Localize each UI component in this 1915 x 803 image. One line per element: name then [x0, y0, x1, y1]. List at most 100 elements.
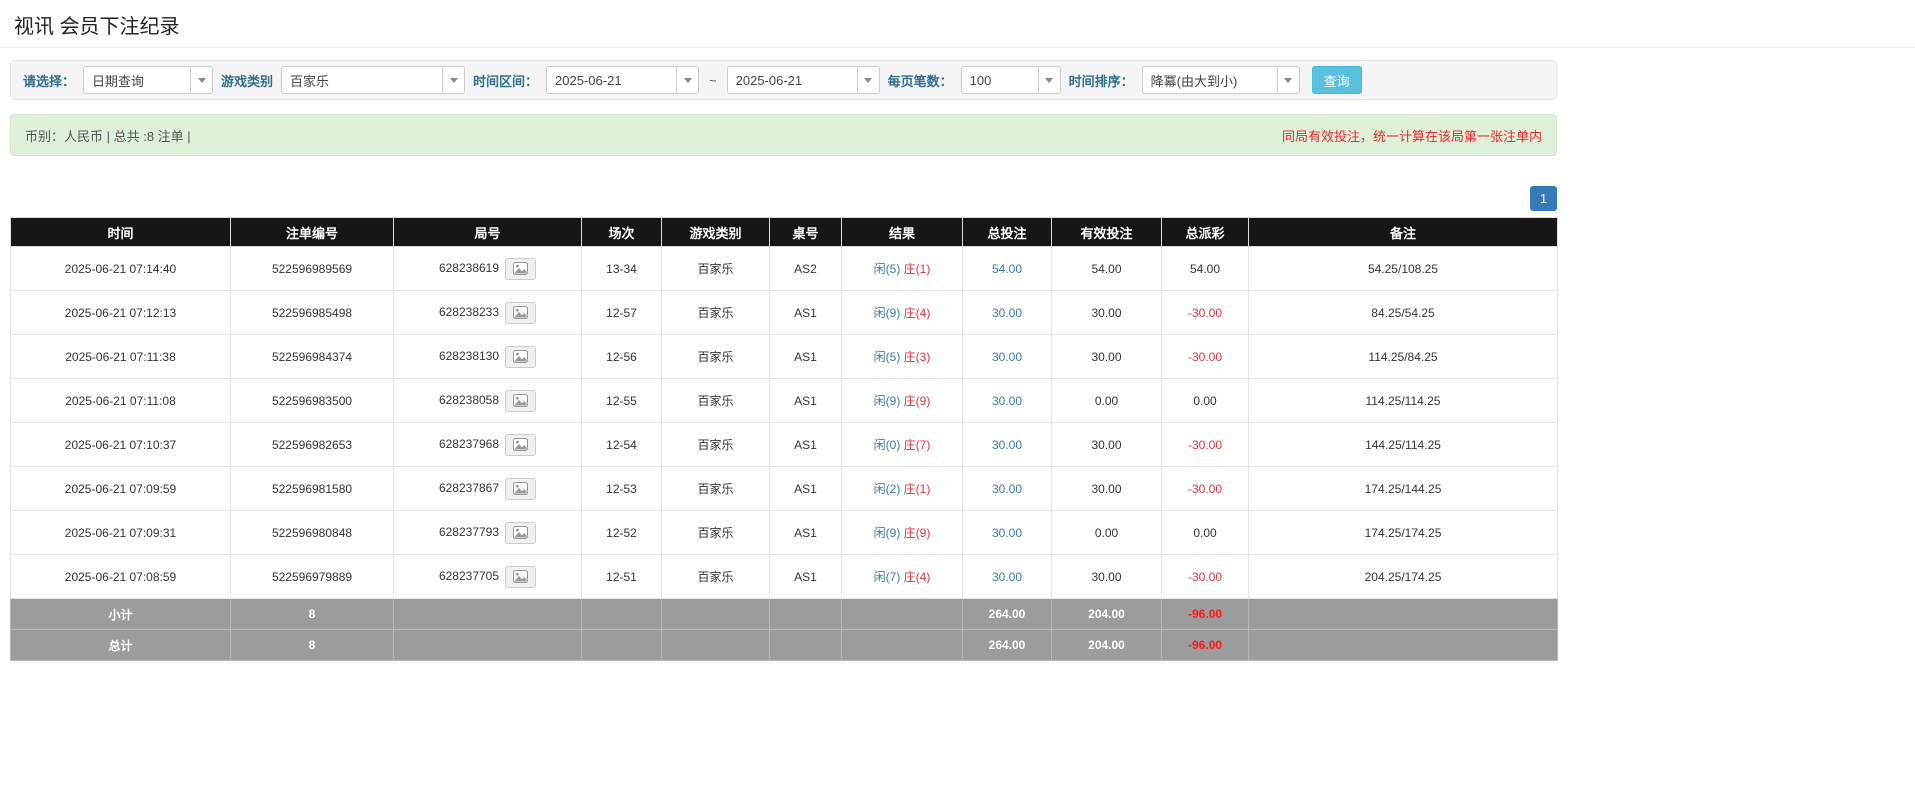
- player-result: 闲(2): [874, 482, 901, 496]
- round-snapshot-button[interactable]: [505, 566, 536, 588]
- note-cell: 204.25/174.25: [1249, 555, 1558, 599]
- valid-bet-cell: 30.00: [1052, 555, 1162, 599]
- total-bet-link[interactable]: 30.00: [992, 306, 1022, 320]
- empty-cell: [1249, 630, 1558, 661]
- date-to-select[interactable]: 2025-06-21: [727, 66, 880, 94]
- total-total-bet: 264.00: [963, 630, 1052, 661]
- result-cell: 闲(9) 庄(4): [842, 291, 963, 335]
- page-button-1[interactable]: 1: [1530, 186, 1557, 211]
- bet-id-cell: 522596983500: [231, 379, 394, 423]
- summary-bar: 币别：人民币 | 总共 :8 注单 | 同局有效投注，统一计算在该局第一张注单内: [10, 114, 1557, 156]
- column-header: 时间: [11, 218, 231, 247]
- empty-cell: [842, 599, 963, 630]
- table-no-cell: AS1: [770, 423, 842, 467]
- page-size-select[interactable]: 100: [961, 66, 1061, 94]
- round-snapshot-button[interactable]: [505, 434, 536, 456]
- total-bet-link[interactable]: 54.00: [992, 262, 1022, 276]
- total-bet-link[interactable]: 30.00: [992, 482, 1022, 496]
- empty-cell: [770, 630, 842, 661]
- sort-order-select[interactable]: 降冪(由大到小): [1142, 66, 1300, 94]
- payout-cell: -30.00: [1162, 555, 1249, 599]
- session-cell: 12-53: [582, 467, 662, 511]
- round-snapshot-button[interactable]: [505, 302, 536, 324]
- column-header: 备注: [1249, 218, 1558, 247]
- table-row: 2025-06-21 07:11:38522596984374628238130…: [11, 335, 1558, 379]
- bet-id-cell: 522596981580: [231, 467, 394, 511]
- search-button[interactable]: 查询: [1312, 66, 1362, 94]
- table-no-cell: AS2: [770, 247, 842, 291]
- total-row: 总计 8 264.00 204.00 -96.00: [11, 630, 1558, 661]
- round-snapshot-button[interactable]: [505, 390, 536, 412]
- game-type-cell: 百家乐: [662, 423, 770, 467]
- picture-icon: [513, 262, 528, 275]
- table-no-cell: AS1: [770, 511, 842, 555]
- game-type-value: 百家乐: [282, 71, 337, 90]
- column-header: 有效投注: [1052, 218, 1162, 247]
- total-bet-link[interactable]: 30.00: [992, 394, 1022, 408]
- note-cell: 54.25/108.25: [1249, 247, 1558, 291]
- round-snapshot-button[interactable]: [505, 478, 536, 500]
- table-row: 2025-06-21 07:08:59522596979889628237705…: [11, 555, 1558, 599]
- total-bet-cell: 30.00: [963, 379, 1052, 423]
- payout-cell: -30.00: [1162, 291, 1249, 335]
- total-bet-link[interactable]: 30.00: [992, 350, 1022, 364]
- round-snapshot-button[interactable]: [505, 346, 536, 368]
- table-no-cell: AS1: [770, 335, 842, 379]
- column-header: 局号: [394, 218, 582, 247]
- total-bet-link[interactable]: 30.00: [992, 438, 1022, 452]
- player-result: 闲(0): [874, 438, 901, 452]
- date-from-select[interactable]: 2025-06-21: [546, 66, 699, 94]
- game-type-select[interactable]: 百家乐: [281, 66, 465, 94]
- query-type-select[interactable]: 日期查询: [83, 66, 213, 94]
- round-cell: 628238619: [394, 247, 582, 291]
- session-cell: 12-51: [582, 555, 662, 599]
- time-cell: 2025-06-21 07:09:31: [11, 511, 231, 555]
- subtotal-valid-bet: 204.00: [1052, 599, 1162, 630]
- round-cell: 628237793: [394, 511, 582, 555]
- session-cell: 12-52: [582, 511, 662, 555]
- picture-icon: [513, 350, 528, 363]
- total-bet-cell: 54.00: [963, 247, 1052, 291]
- bet-id-cell: 522596982653: [231, 423, 394, 467]
- game-type-cell: 百家乐: [662, 467, 770, 511]
- date-range-separator: ~: [707, 73, 719, 88]
- picture-icon: [513, 570, 528, 583]
- round-id: 628238619: [439, 261, 499, 275]
- game-type-cell: 百家乐: [662, 511, 770, 555]
- total-label: 总计: [11, 630, 231, 661]
- page-title: 视讯 会员下注纪录: [14, 10, 1901, 39]
- banker-result: 庄(7): [904, 438, 931, 452]
- bet-records-table: 时间注单编号局号场次游戏类别桌号结果总投注有效投注总派彩备注 2025-06-2…: [10, 217, 1558, 661]
- payout-cell: -30.00: [1162, 335, 1249, 379]
- result-cell: 闲(9) 庄(9): [842, 379, 963, 423]
- total-bet-link[interactable]: 30.00: [992, 570, 1022, 584]
- chevron-down-icon: [1038, 67, 1060, 93]
- game-type-label: 游戏类别: [221, 71, 273, 90]
- subtotal-total-bet: 264.00: [963, 599, 1052, 630]
- banker-result: 庄(4): [904, 306, 931, 320]
- subtotal-row: 小计 8 264.00 204.00 -96.00: [11, 599, 1558, 630]
- game-type-cell: 百家乐: [662, 291, 770, 335]
- payout-cell: 54.00: [1162, 247, 1249, 291]
- round-cell: 628238058: [394, 379, 582, 423]
- subtotal-label: 小计: [11, 599, 231, 630]
- time-range-label: 时间区间：: [473, 71, 538, 90]
- player-result: 闲(9): [874, 394, 901, 408]
- filter-bar: 请选择： 日期查询 游戏类别 百家乐 时间区间： 2025-06-21 ~ 20…: [10, 60, 1557, 100]
- player-result: 闲(9): [874, 306, 901, 320]
- valid-bet-cell: 30.00: [1052, 423, 1162, 467]
- sort-order-value: 降冪(由大到小): [1143, 71, 1246, 90]
- select-type-label: 请选择：: [23, 71, 75, 90]
- round-snapshot-button[interactable]: [505, 522, 536, 544]
- result-cell: 闲(2) 庄(1): [842, 467, 963, 511]
- round-cell: 628237867: [394, 467, 582, 511]
- total-bet-link[interactable]: 30.00: [992, 526, 1022, 540]
- payout-cell: 0.00: [1162, 379, 1249, 423]
- round-snapshot-button[interactable]: [505, 258, 536, 280]
- session-cell: 12-56: [582, 335, 662, 379]
- chevron-down-icon: [190, 67, 212, 93]
- valid-bet-cell: 30.00: [1052, 291, 1162, 335]
- column-header: 总派彩: [1162, 218, 1249, 247]
- banker-result: 庄(4): [904, 570, 931, 584]
- page-size-label: 每页笔数：: [888, 71, 953, 90]
